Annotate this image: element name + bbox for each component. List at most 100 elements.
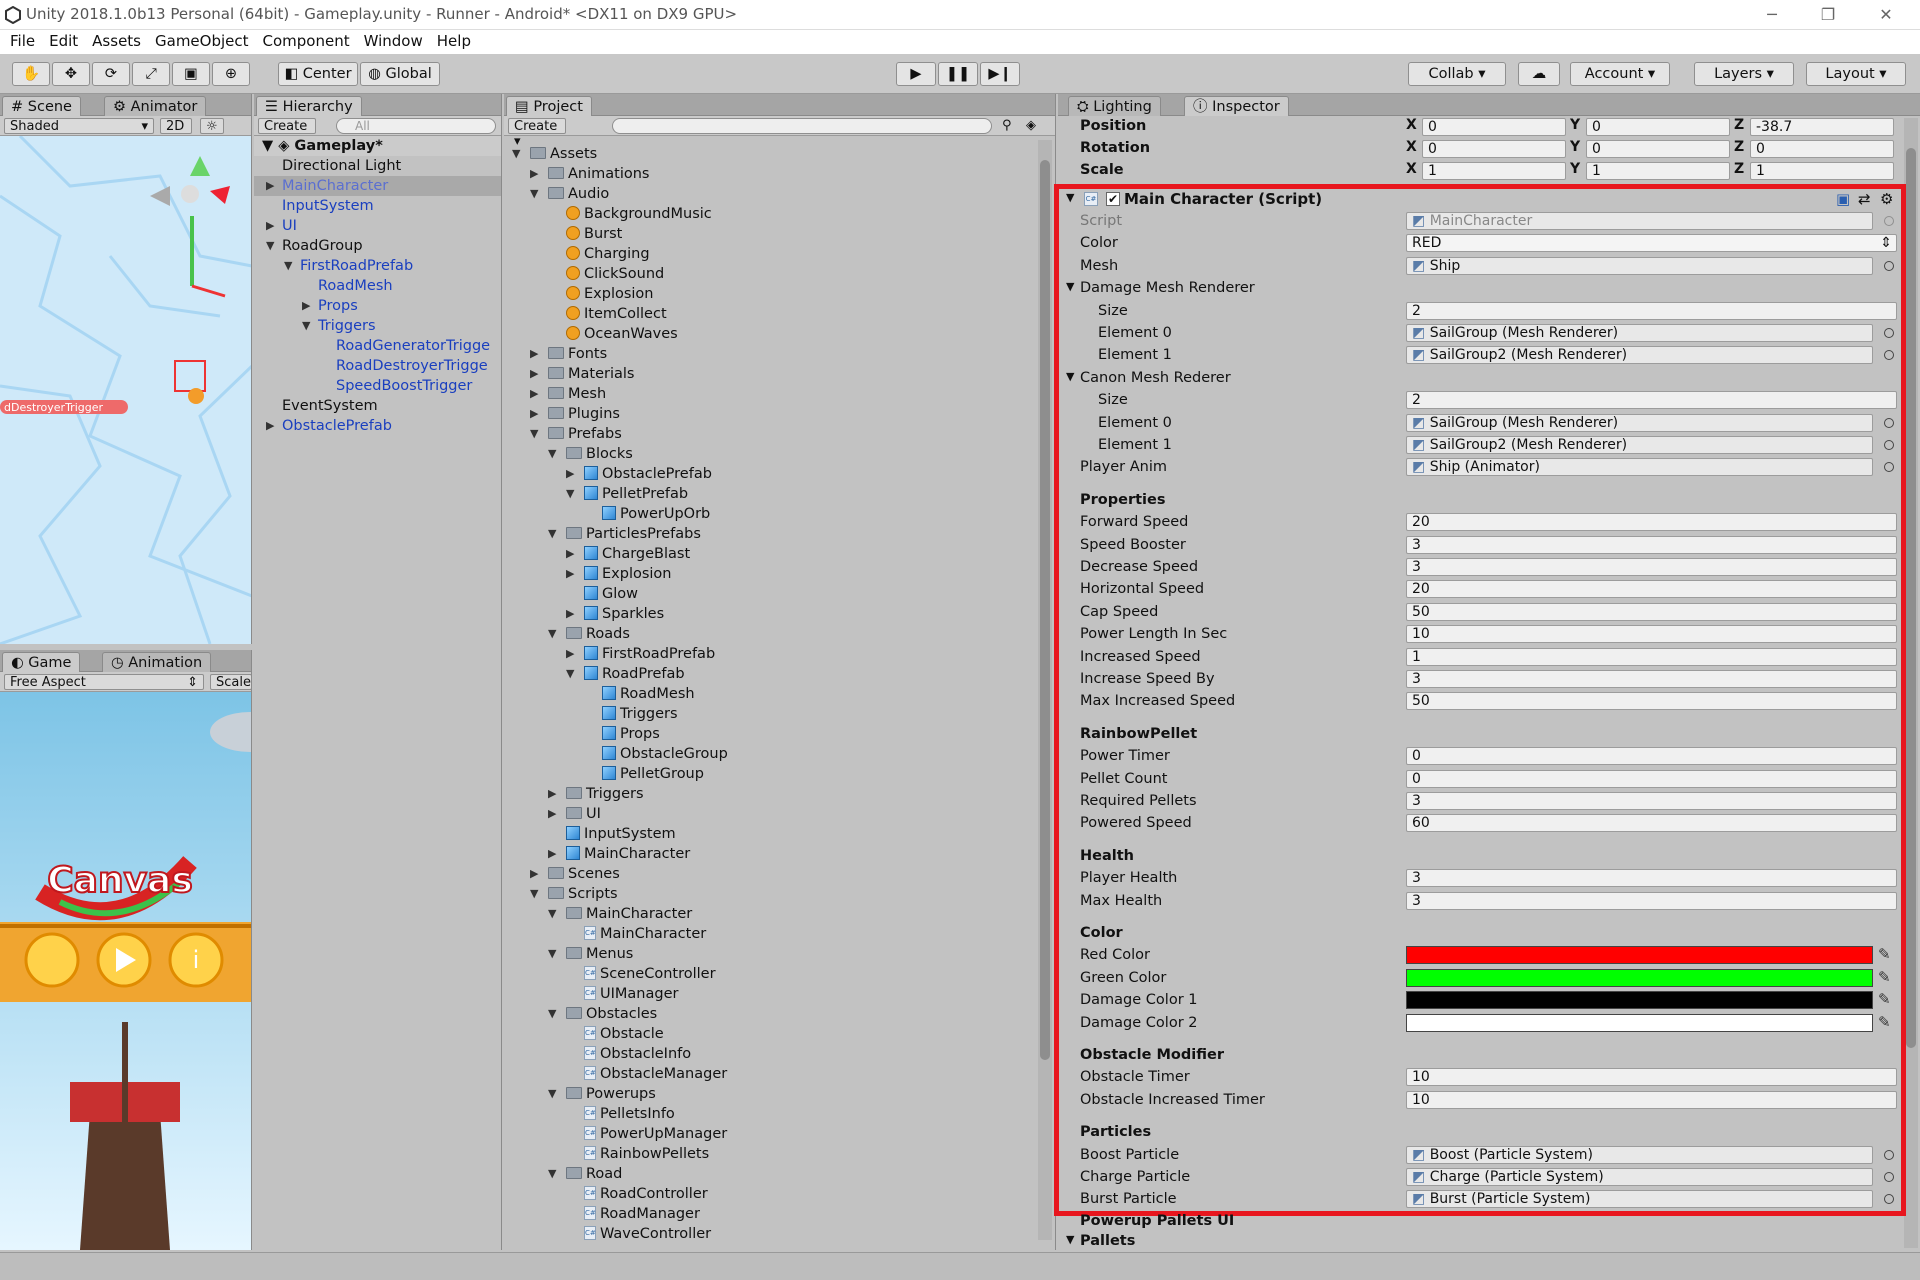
transform-position-y-field[interactable]: 0: [1586, 118, 1730, 136]
expanded-arrow-icon[interactable]: ▼: [548, 904, 556, 924]
property-field[interactable]: ◩ Charge (Particle System): [1406, 1168, 1873, 1186]
transform-scale-y-field[interactable]: 1: [1586, 162, 1730, 180]
project-item[interactable]: ▼ Audio: [504, 184, 1055, 204]
color-swatch[interactable]: [1406, 946, 1873, 965]
foldout-arrow-icon[interactable]: ▼: [1066, 1233, 1074, 1246]
eyedropper-icon[interactable]: ✎: [1878, 990, 1891, 1008]
transform-rotation-z-field[interactable]: 0: [1750, 140, 1894, 158]
object-picker-icon[interactable]: [1884, 216, 1894, 226]
menu-edit[interactable]: Edit: [49, 30, 78, 52]
project-item[interactable]: ▶ Fonts: [504, 344, 1055, 364]
project-item[interactable]: ▶ Scenes: [504, 864, 1055, 884]
property-field[interactable]: 3: [1406, 670, 1897, 688]
color-swatch[interactable]: [1406, 1013, 1873, 1032]
property-field[interactable]: 3: [1406, 792, 1897, 810]
hierarchy-item[interactable]: ▶ ObstaclePrefab: [254, 416, 501, 436]
collapsed-arrow-icon[interactable]: ▶: [530, 864, 538, 884]
project-item[interactable]: ▶ MainCharacter: [504, 844, 1055, 864]
project-item[interactable]: ▶ Animations: [504, 164, 1055, 184]
minimize-icon[interactable]: ─: [1752, 2, 1792, 28]
collapsed-arrow-icon[interactable]: ▶: [302, 296, 310, 316]
layers-dropdown[interactable]: Layers ▾: [1694, 62, 1794, 86]
project-item[interactable]: C# MainCharacter: [504, 924, 1055, 944]
project-search-input[interactable]: [612, 118, 992, 134]
property-field[interactable]: 2: [1406, 301, 1897, 320]
menu-help[interactable]: Help: [437, 30, 471, 52]
project-item[interactable]: ▼ Assets: [504, 144, 1055, 164]
tab-game[interactable]: ◐ Game: [2, 652, 81, 672]
project-item[interactable]: ▶ Sparkles: [504, 604, 1055, 624]
object-picker-icon[interactable]: [1884, 328, 1894, 338]
property-field[interactable]: ◩ SailGroup (Mesh Renderer): [1406, 413, 1873, 432]
project-item[interactable]: ▼ Menus: [504, 944, 1055, 964]
property-field[interactable]: 50: [1406, 602, 1897, 621]
collapsed-arrow-icon[interactable]: ▶: [266, 216, 274, 236]
property-field[interactable]: 20: [1406, 580, 1897, 599]
project-item[interactable]: C# RoadManager: [504, 1204, 1055, 1224]
collapsed-arrow-icon[interactable]: ▶: [530, 344, 538, 364]
project-item[interactable]: ▶ Plugins: [504, 404, 1055, 424]
hierarchy-item[interactable]: ▼ FirstRoadPrefab: [254, 256, 501, 276]
property-field[interactable]: ◩ Ship (Animator): [1406, 458, 1873, 477]
cloud-icon[interactable]: ☁: [1518, 62, 1560, 86]
expanded-arrow-icon[interactable]: ▼: [530, 424, 538, 444]
inspector-scrollbar[interactable]: [1904, 118, 1918, 1248]
account-dropdown[interactable]: Account ▾: [1570, 62, 1670, 86]
menu-window[interactable]: Window: [364, 30, 423, 52]
lighting-toggle-icon[interactable]: ☼: [200, 118, 224, 134]
color-swatch[interactable]: [1406, 991, 1873, 1010]
collapsed-arrow-icon[interactable]: ▶: [548, 804, 556, 824]
transform-tool-icon[interactable]: ⊕: [212, 62, 250, 86]
play-button[interactable]: ▶: [896, 62, 936, 86]
rect-tool-icon[interactable]: ▣: [172, 62, 210, 86]
collapsed-arrow-icon[interactable]: ▶: [530, 384, 538, 404]
property-field[interactable]: 0: [1406, 769, 1897, 788]
project-item[interactable]: PowerUpOrb: [504, 504, 1055, 524]
project-item[interactable]: ▼ Blocks: [504, 444, 1055, 464]
hierarchy-create-dropdown[interactable]: Create ▾: [258, 118, 316, 149]
project-item[interactable]: Glow: [504, 584, 1055, 604]
eyedropper-icon[interactable]: ✎: [1878, 1013, 1891, 1031]
transform-rotation-y-field[interactable]: 0: [1586, 140, 1730, 158]
collapsed-arrow-icon[interactable]: ▶: [566, 564, 574, 584]
pause-button[interactable]: ❚❚: [938, 62, 978, 86]
project-item[interactable]: ▶ Mesh: [504, 384, 1055, 404]
project-item[interactable]: ▼ PelletPrefab: [504, 484, 1055, 504]
hierarchy-item[interactable]: ▶ UI: [254, 216, 501, 236]
section-header[interactable]: Pallets: [1080, 1231, 1135, 1251]
object-picker-icon[interactable]: [1884, 1172, 1894, 1182]
project-create-dropdown[interactable]: Create ▾: [508, 118, 566, 149]
2d-toggle[interactable]: 2D: [160, 118, 192, 134]
expanded-arrow-icon[interactable]: ▼: [302, 316, 310, 336]
transform-position-x-field[interactable]: 0: [1422, 118, 1566, 136]
project-item[interactable]: C# UIManager: [504, 984, 1055, 1004]
collapsed-arrow-icon[interactable]: ▶: [530, 364, 538, 384]
tab-project[interactable]: ▤ Project: [506, 96, 592, 116]
project-item[interactable]: C# WaveController: [504, 1224, 1055, 1244]
collapsed-arrow-icon[interactable]: ▶: [566, 604, 574, 624]
project-item[interactable]: ▼ Scripts: [504, 884, 1055, 904]
property-field[interactable]: ◩ SailGroup (Mesh Renderer): [1406, 324, 1873, 342]
tab-animation[interactable]: ◷ Animation: [102, 652, 212, 672]
project-item[interactable]: C# ObstacleInfo: [504, 1044, 1055, 1064]
tab-hierarchy[interactable]: ☰ Hierarchy: [256, 96, 362, 116]
property-field[interactable]: ◩ SailGroup2 (Mesh Renderer): [1406, 346, 1873, 365]
expanded-arrow-icon[interactable]: ▼: [548, 624, 556, 644]
hierarchy-item[interactable]: SpeedBoostTrigger: [254, 376, 501, 396]
hierarchy-item[interactable]: ▶ Props: [254, 296, 501, 316]
property-field[interactable]: 50: [1406, 692, 1897, 711]
property-field[interactable]: ◩ Boost (Particle System): [1406, 1145, 1873, 1164]
hierarchy-item[interactable]: InputSystem: [254, 196, 501, 216]
gear-icon[interactable]: ⚙: [1880, 190, 1893, 208]
hierarchy-item[interactable]: ▶ MainCharacter: [254, 176, 501, 196]
scene-header[interactable]: ▼ ◈ Gameplay*: [254, 136, 501, 156]
property-field[interactable]: 2: [1406, 391, 1897, 410]
expanded-arrow-icon[interactable]: ▼: [548, 444, 556, 464]
transform-rotation-x-field[interactable]: 0: [1422, 140, 1566, 158]
game-viewport[interactable]: i Canvas: [0, 692, 252, 1250]
collapsed-arrow-icon[interactable]: ▶: [566, 464, 574, 484]
project-item[interactable]: ▶ Triggers: [504, 784, 1055, 804]
project-item[interactable]: PelletGroup: [504, 764, 1055, 784]
project-item[interactable]: C# SceneController: [504, 964, 1055, 984]
expanded-arrow-icon[interactable]: ▼: [548, 944, 556, 964]
